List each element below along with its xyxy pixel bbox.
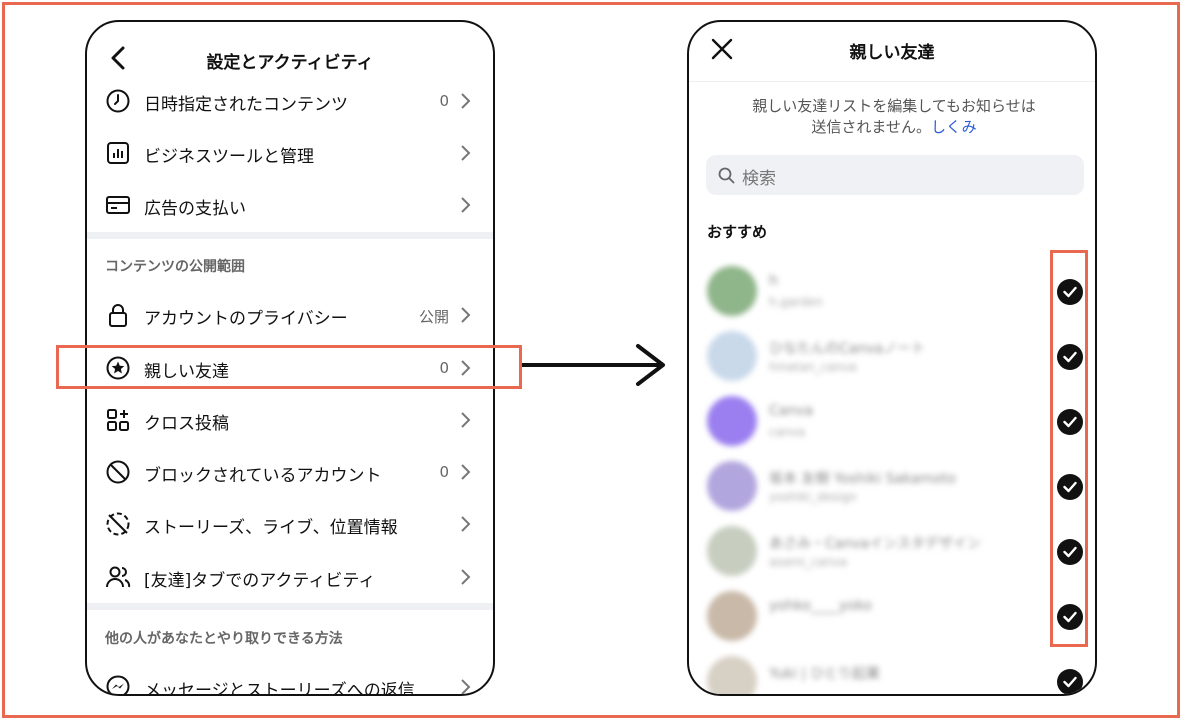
settings-item-label: メッセージとストーリーズへの返信: [144, 681, 415, 696]
settings-item-label: ブロックされているアカウント: [144, 466, 382, 486]
settings-item-messages[interactable]: メッセージとストーリーズへの返信: [87, 661, 493, 696]
friend-row[interactable]: Canva canva: [689, 389, 1095, 454]
friend-row[interactable]: yohko____yoko: [689, 584, 1095, 649]
chevron-right-icon: [461, 307, 471, 323]
page-title: 親しい友達: [849, 43, 935, 63]
settings-item-story-live-location[interactable]: ストーリーズ、ライブ、位置情報: [87, 498, 493, 550]
friends-icon: [106, 566, 131, 588]
grid-plus-icon: [107, 409, 129, 431]
chart-icon: [107, 142, 129, 164]
avatar: [707, 396, 757, 446]
settings-item-ad-payments[interactable]: 広告の支払い: [87, 179, 493, 231]
settings-item-label: ストーリーズ、ライブ、位置情報: [144, 518, 398, 538]
lock-icon: [109, 304, 127, 327]
settings-item-cross-posting[interactable]: クロス投稿: [87, 394, 493, 446]
close-friends-screen: 親しい友達 親しい友達リストを編集してもお知らせは 送信されません。しくみ 検索…: [687, 20, 1097, 696]
friend-username: yoshiki_design: [769, 490, 857, 504]
avatar: [707, 266, 757, 316]
avatar: [707, 591, 757, 641]
check-icon[interactable]: [1057, 669, 1083, 694]
arrow-right-icon: [522, 344, 665, 386]
settings-item-label: クロス投稿: [144, 414, 229, 434]
friend-row[interactable]: h h.garden: [689, 259, 1095, 324]
friend-name: 坂本 友樹 Yoshiki Sakamoto: [769, 471, 956, 487]
chevron-right-icon: [461, 412, 471, 428]
chevron-right-icon: [461, 464, 471, 480]
friend-name: h: [769, 273, 778, 289]
friend-username: asami_canva: [769, 555, 847, 569]
settings-item-friends-tab[interactable]: [友達]タブでのアクティビティ: [87, 551, 493, 603]
card-icon: [106, 196, 130, 214]
settings-item-label: [友達]タブでのアクティビティ: [144, 571, 376, 591]
search-icon: [718, 167, 735, 184]
friend-row[interactable]: ひなたんのCanvaノート hinatan_canva: [689, 324, 1095, 389]
clock-icon: [106, 89, 130, 113]
search-placeholder: 検索: [742, 169, 776, 189]
friend-name: あさみ・Canvaインスタデザイン: [769, 536, 981, 552]
block-icon: [106, 460, 130, 484]
settings-item-value: 公開: [418, 308, 449, 326]
friend-row[interactable]: 坂本 友樹 Yoshiki Sakamoto yoshiki_design: [689, 454, 1095, 519]
settings-item-label: ビジネスツールと管理: [144, 147, 314, 167]
chevron-right-icon: [461, 679, 471, 694]
search-input[interactable]: 検索: [706, 155, 1084, 195]
friend-name: ひなたんのCanvaノート: [769, 341, 926, 357]
friend-username: canva: [769, 425, 806, 439]
messenger-icon: [106, 675, 130, 694]
settings-item-label: アカウントのプライバシー: [144, 309, 348, 329]
settings-item-label: 広告の支払い: [144, 199, 246, 219]
chevron-right-icon: [461, 197, 471, 213]
avatar: [707, 526, 757, 576]
checkmarks-highlight: [1050, 250, 1088, 647]
close-friends-header: 親しい友達: [689, 22, 1095, 82]
friend-username: hinatan_canva: [769, 360, 857, 374]
notice-line-2: 送信されません。: [811, 118, 931, 136]
friend-username: h.garden: [769, 295, 823, 309]
avatar: [707, 331, 757, 381]
friend-name: yohko____yoko: [769, 598, 872, 614]
notice-text: 親しい友達リストを編集してもお知らせは 送信されません。しくみ: [719, 96, 1069, 138]
settings-item-scheduled[interactable]: 日時指定されたコンテンツ 0: [87, 75, 493, 127]
settings-item-value: 0: [439, 463, 449, 481]
chevron-right-icon: [461, 93, 471, 109]
section-header-visibility: コンテンツの公開範囲: [105, 259, 245, 275]
section-divider: [87, 603, 493, 610]
how-it-works-link[interactable]: しくみ: [931, 118, 977, 136]
avatar: [707, 656, 757, 694]
friend-name: Yuki | ひとり起業: [769, 666, 881, 682]
friend-row[interactable]: あさみ・Canvaインスタデザイン asami_canva: [689, 519, 1095, 584]
friend-name: Canva: [769, 403, 814, 419]
settings-item-account-privacy[interactable]: アカウントのプライバシー 公開: [87, 289, 493, 341]
chevron-right-icon: [461, 516, 471, 532]
avatar: [707, 461, 757, 511]
settings-item-value: 0: [439, 92, 449, 110]
recommended-label: おすすめ: [707, 223, 768, 241]
settings-item-label: 日時指定されたコンテンツ: [144, 95, 348, 115]
notice-line-1: 親しい友達リストを編集してもお知らせは: [752, 97, 1036, 115]
section-header-interactions: 他の人があなたとやり取りできる方法: [105, 631, 343, 647]
settings-item-business-tools[interactable]: ビジネスツールと管理: [87, 127, 493, 179]
settings-item-blocked[interactable]: ブロックされているアカウント 0: [87, 446, 493, 498]
page-title: 設定とアクティビティ: [206, 53, 374, 73]
chevron-right-icon: [461, 145, 471, 161]
chevron-right-icon: [461, 569, 471, 585]
close-friends-highlight: [56, 345, 522, 389]
friend-row[interactable]: Yuki | ひとり起業: [689, 649, 1095, 694]
story-off-icon: [106, 512, 130, 536]
section-divider: [87, 232, 493, 239]
